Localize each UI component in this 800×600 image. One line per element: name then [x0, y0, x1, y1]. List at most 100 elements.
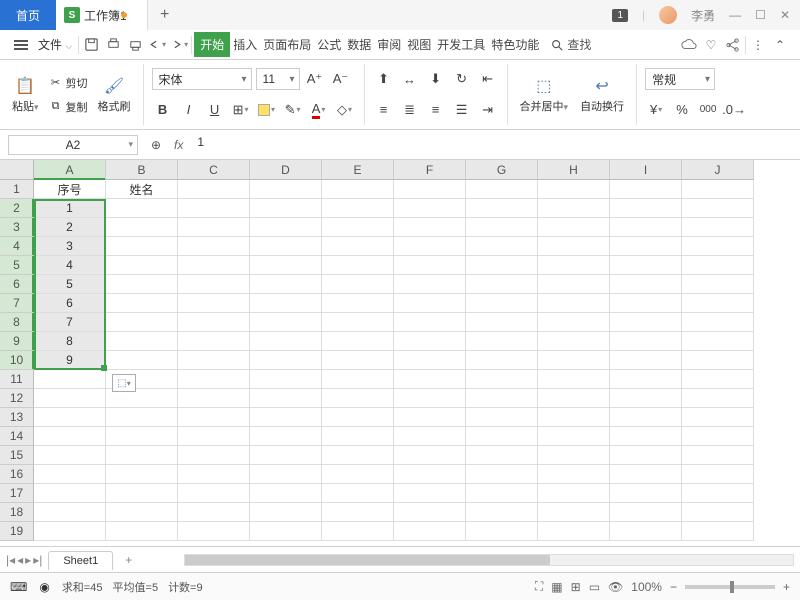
cell[interactable] — [178, 484, 250, 503]
tab-view[interactable]: 视图 — [404, 32, 434, 57]
cell[interactable] — [538, 465, 610, 484]
cell[interactable] — [394, 237, 466, 256]
cell[interactable] — [322, 427, 394, 446]
number-format-select[interactable]: 常规 — [645, 68, 715, 90]
tab-start[interactable]: 开始 — [194, 32, 230, 57]
cell[interactable] — [610, 522, 682, 541]
cell[interactable] — [394, 180, 466, 199]
file-menu[interactable]: 文件 ⌵ — [34, 36, 76, 53]
cell[interactable] — [538, 389, 610, 408]
eye-icon[interactable]: 👁 — [608, 580, 623, 594]
horizontal-scrollbar[interactable] — [184, 554, 794, 566]
cell[interactable] — [394, 522, 466, 541]
cell[interactable] — [178, 408, 250, 427]
cell[interactable] — [250, 237, 322, 256]
row-header[interactable]: 13 — [0, 408, 34, 427]
cell[interactable] — [466, 180, 538, 199]
cell[interactable] — [250, 313, 322, 332]
cell[interactable] — [466, 446, 538, 465]
cell[interactable] — [610, 389, 682, 408]
sheet-tab[interactable]: Sheet1 — [48, 551, 113, 570]
cell[interactable] — [106, 218, 178, 237]
cell[interactable] — [250, 389, 322, 408]
cell[interactable] — [538, 313, 610, 332]
cell[interactable] — [34, 370, 106, 389]
cell[interactable]: 6 — [34, 294, 106, 313]
cell[interactable] — [682, 180, 754, 199]
cell[interactable]: 9 — [34, 351, 106, 370]
decimal-inc-icon[interactable]: .0→ — [723, 99, 745, 121]
cell[interactable] — [322, 199, 394, 218]
thousands-icon[interactable]: 000 — [697, 99, 719, 121]
cell[interactable] — [394, 294, 466, 313]
print-preview-icon[interactable] — [103, 35, 123, 55]
cell[interactable] — [682, 313, 754, 332]
cell[interactable] — [394, 427, 466, 446]
cell[interactable] — [610, 313, 682, 332]
document-tab[interactable]: S 工作簿1 — [56, 0, 148, 30]
select-all-corner[interactable] — [0, 160, 34, 180]
cell[interactable] — [106, 275, 178, 294]
cell[interactable] — [178, 351, 250, 370]
cut-button[interactable]: ✂剪切 — [47, 73, 90, 93]
cell[interactable] — [394, 199, 466, 218]
row-header[interactable]: 9 — [0, 332, 34, 351]
cell[interactable] — [106, 484, 178, 503]
cell[interactable] — [106, 313, 178, 332]
cell[interactable] — [682, 408, 754, 427]
cell[interactable] — [466, 313, 538, 332]
cell[interactable] — [250, 351, 322, 370]
notify-icon[interactable]: ♡ — [701, 35, 721, 55]
currency-icon[interactable]: ¥ — [645, 99, 667, 121]
cell[interactable]: 8 — [34, 332, 106, 351]
cell[interactable] — [682, 237, 754, 256]
cell[interactable] — [322, 446, 394, 465]
cell[interactable]: 5 — [34, 275, 106, 294]
orientation-icon[interactable]: ↻ — [451, 68, 473, 90]
cell[interactable] — [106, 332, 178, 351]
cell[interactable] — [178, 199, 250, 218]
minimize-icon[interactable]: — — [729, 8, 741, 22]
cell[interactable] — [466, 256, 538, 275]
cell[interactable] — [466, 370, 538, 389]
indent-dec-icon[interactable]: ⇤ — [477, 68, 499, 90]
cell[interactable] — [34, 484, 106, 503]
increase-font-icon[interactable]: A⁺ — [304, 68, 326, 90]
cell[interactable] — [250, 427, 322, 446]
cell[interactable] — [178, 294, 250, 313]
cell[interactable] — [538, 522, 610, 541]
collapse-ribbon-icon[interactable]: ⌃ — [770, 35, 790, 55]
more-icon[interactable]: ⋮ — [748, 35, 768, 55]
align-middle-icon[interactable]: ↔ — [399, 68, 421, 90]
align-top-icon[interactable]: ⬆ — [373, 68, 395, 90]
cell[interactable] — [682, 256, 754, 275]
cell[interactable]: 3 — [34, 237, 106, 256]
search-button[interactable]: 查找 — [544, 36, 597, 53]
cell[interactable] — [394, 408, 466, 427]
cell[interactable] — [106, 465, 178, 484]
tab-insert[interactable]: 插入 — [230, 32, 260, 57]
col-header[interactable]: J — [682, 160, 754, 180]
cell[interactable] — [682, 199, 754, 218]
align-bottom-icon[interactable]: ⬇ — [425, 68, 447, 90]
cell[interactable] — [682, 389, 754, 408]
row-header[interactable]: 2 — [0, 199, 34, 218]
col-header[interactable]: A — [34, 160, 106, 180]
cell[interactable] — [538, 370, 610, 389]
undo-icon[interactable] — [147, 35, 167, 55]
cell[interactable] — [250, 218, 322, 237]
sheet-last-icon[interactable]: ▸| — [33, 553, 42, 567]
col-header[interactable]: B — [106, 160, 178, 180]
zoom-out-button[interactable]: − — [670, 580, 677, 594]
cell[interactable]: 7 — [34, 313, 106, 332]
cell[interactable] — [34, 408, 106, 427]
col-header[interactable]: E — [322, 160, 394, 180]
close-icon[interactable]: ✕ — [780, 8, 790, 22]
wrap-text-button[interactable]: ↩ 自动换行 — [576, 74, 628, 116]
save-icon[interactable] — [81, 35, 101, 55]
cell[interactable] — [322, 389, 394, 408]
cell[interactable] — [250, 256, 322, 275]
cell[interactable] — [250, 522, 322, 541]
cell[interactable] — [610, 446, 682, 465]
formula-input[interactable]: 1 — [191, 135, 792, 155]
